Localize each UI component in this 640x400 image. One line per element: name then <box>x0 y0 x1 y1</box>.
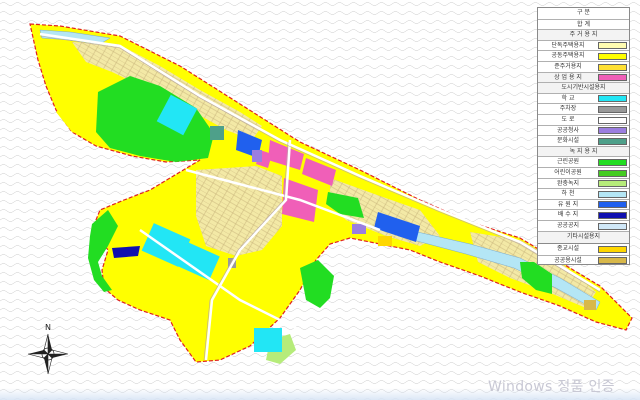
legend-swatch <box>598 222 627 230</box>
legend-item-public-facility: 공공용시설 <box>538 254 629 266</box>
legend-item-public-space: 공공공지 <box>538 220 629 231</box>
legend-section-infrastructure: 도시기반시설용지 <box>538 82 629 93</box>
legend-swatch <box>598 116 627 124</box>
legend-item-religion: 종교시설 <box>538 244 629 255</box>
legend-item-resort: 유 원 지 <box>538 198 629 210</box>
legend-item-buffer-green: 완충녹지 <box>538 177 629 189</box>
legend-item-parking: 주차장 <box>538 103 629 114</box>
legend-swatch <box>598 211 627 219</box>
legend-section-green: 녹 지 용 지 <box>538 145 629 157</box>
legend-swatch <box>598 105 627 113</box>
legend-total: 합 계 <box>538 18 629 30</box>
public-facility <box>584 300 596 310</box>
legend-swatch <box>598 63 627 71</box>
legend-item-river: 하 천 <box>538 188 629 199</box>
legend-section-commercial: 상 업 용 지 <box>538 71 629 83</box>
legend-swatch <box>598 158 627 166</box>
legend-swatch <box>598 245 627 253</box>
legend-swatch <box>598 137 627 145</box>
legend-item-culture: 문화시설 <box>538 135 629 146</box>
legend-item-detached: 단독주택용지 <box>538 39 629 51</box>
legend-item-apartment: 공동주택용지 <box>538 50 629 61</box>
legend-swatch <box>598 74 627 82</box>
legend-header: 구 분 <box>577 9 590 16</box>
legend-swatch <box>598 42 627 50</box>
legend-swatch <box>598 190 627 198</box>
legend-item-semi-residential: 준주거용지 <box>538 61 629 72</box>
culture-facility <box>210 126 224 140</box>
legend-item-public-office: 공공청사 <box>538 124 629 136</box>
legend-item-neighborhood-park: 근린공원 <box>538 156 629 167</box>
legend-swatch <box>598 169 627 177</box>
map-legend: 구 분 합 계 주 거 용 지 단독주택용지 공동주택용지 준주거용지 상 업 … <box>537 7 630 243</box>
legend-section-other: 기타시설용지 <box>538 230 629 243</box>
religion-facility <box>378 236 392 246</box>
map-legend-extra: 종교시설 공공용시설 <box>537 243 630 265</box>
north-arrow-icon: N <box>27 323 69 375</box>
legend-swatch <box>598 257 627 265</box>
legend-item-water-supply: 배 수 지 <box>538 209 629 220</box>
legend-item-road: 도 로 <box>538 114 629 125</box>
legend-section-residential: 주 거 용 지 <box>538 29 629 40</box>
public-office-1 <box>252 150 262 162</box>
legend-swatch <box>598 201 627 209</box>
public-office-2 <box>352 224 366 234</box>
activation-watermark: Windows 정품 인증 <box>488 379 615 395</box>
legend-swatch <box>598 180 627 188</box>
legend-swatch <box>598 52 627 60</box>
school-4 <box>254 328 282 352</box>
legend-item-school: 학 교 <box>538 92 629 104</box>
legend-swatch <box>598 95 627 103</box>
compass-north-label: N <box>45 323 51 332</box>
legend-item-children-park: 어린이공원 <box>538 167 629 178</box>
legend-swatch <box>598 127 627 135</box>
